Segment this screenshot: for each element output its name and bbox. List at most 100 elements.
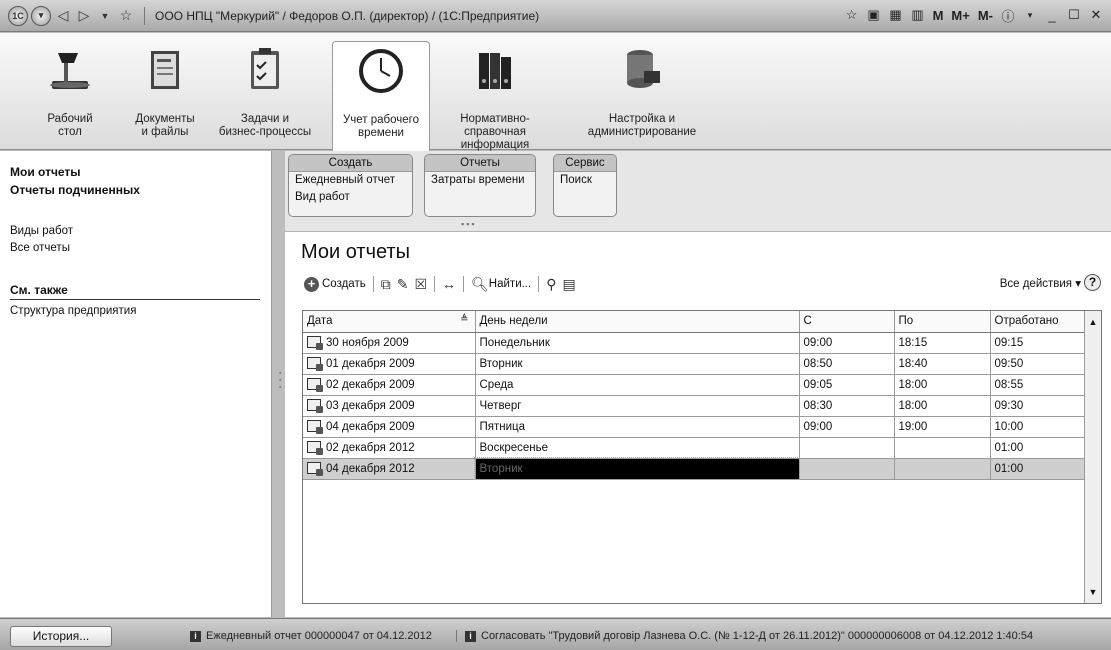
table-row[interactable]: 04 декабря 2009 Пятница 09:00 19:00 10:00 — [303, 416, 1086, 438]
main-menu-icon[interactable]: ▾ — [31, 5, 51, 26]
nav-subordinate-reports[interactable]: Отчеты подчиненных — [10, 183, 140, 197]
table-header-row: Дата ≜ День недели С По Отработано — [303, 311, 1086, 333]
cell-from — [799, 437, 895, 459]
cell-weekday: Понедельник — [475, 332, 800, 354]
section-administration[interactable]: Настройка и администрирование — [582, 33, 702, 150]
cancel-search-icon[interactable]: ⚲ — [543, 274, 559, 294]
find-button[interactable]: 🔍︎ Найти... — [468, 274, 534, 294]
table-row[interactable]: 01 декабря 2009 Вторник 08:50 18:40 09:50 — [303, 353, 1086, 375]
toolbar-separator — [538, 276, 540, 292]
section-time-tracking[interactable]: Учет рабочего времени — [332, 41, 430, 151]
section-tasks[interactable]: Задачи и бизнес-процессы — [210, 33, 320, 150]
nav-my-reports[interactable]: Мои отчеты — [10, 165, 81, 179]
cell-weekday: Воскресенье — [475, 437, 800, 459]
nav-enterprise-structure[interactable]: Структура предприятия — [10, 305, 136, 317]
cell-worked: 09:15 — [990, 332, 1086, 354]
1c-logo-icon[interactable]: 1С — [8, 5, 28, 26]
favorites-star-icon[interactable]: ☆ — [117, 6, 135, 26]
cell-to: 18:00 — [894, 374, 991, 396]
list-settings-icon[interactable]: ▤ — [559, 274, 578, 294]
memory-minus-button[interactable]: M- — [976, 8, 995, 23]
cell-from: 08:30 — [799, 395, 895, 417]
section-label: Настройка и администрирование — [587, 113, 697, 138]
cmd-work-type[interactable]: Вид работ — [289, 189, 412, 206]
documents-icon — [151, 51, 179, 89]
group-service-title: Сервис — [554, 155, 616, 172]
status-message-task-text: Согласовать "Трудовий договір Лазнева О.… — [481, 630, 1034, 642]
toolbar-separator — [372, 276, 374, 292]
col-weekday[interactable]: День недели — [475, 311, 800, 333]
scroll-down-icon[interactable]: ▼ — [1085, 583, 1101, 601]
table-row[interactable]: 03 декабря 2009 Четверг 08:30 18:00 09:30 — [303, 395, 1086, 417]
cell-weekday: Вторник — [475, 353, 800, 375]
cell-date: 02 декабря 2012 — [303, 437, 476, 459]
tasks-clipboard-icon — [251, 48, 279, 89]
status-bar: История... i Ежедневный отчет 000000047 о… — [0, 618, 1111, 650]
cmd-search[interactable]: Поиск — [554, 172, 616, 189]
cell-worked: 09:30 — [990, 395, 1086, 417]
table-row-selected[interactable]: 04 декабря 2012 Вторник 01:00 — [303, 457, 1086, 480]
table-row[interactable]: 02 декабря 2009 Среда 09:05 18:00 08:55 — [303, 374, 1086, 396]
delete-mark-icon[interactable]: ☒ — [411, 274, 430, 294]
magnifier-icon: 🔍︎ — [471, 275, 489, 292]
section-reference-info[interactable]: Нормативно-справочная информация — [430, 33, 560, 151]
title-separator — [144, 6, 145, 25]
page-title: Мои отчеты — [301, 241, 410, 263]
create-button[interactable]: + Создать — [301, 274, 369, 294]
nav-work-types[interactable]: Виды работ — [10, 225, 73, 237]
cell-weekday-current[interactable]: Вторник — [474, 457, 800, 480]
calculator-icon[interactable]: ▦ — [887, 6, 905, 24]
col-date-label: Дата — [307, 315, 333, 328]
cell-date-text: 02 декабря 2009 — [326, 379, 415, 391]
info-dropdown-icon[interactable]: ▾ — [1021, 6, 1039, 24]
history-button[interactable]: История... — [10, 626, 112, 647]
clock-icon — [359, 49, 403, 93]
add-favorite-star-icon[interactable]: ☆ — [843, 6, 861, 24]
document-icon — [307, 462, 323, 476]
scroll-up-icon[interactable]: ▲ — [1085, 313, 1101, 331]
reports-table: Дата ≜ День недели С По Отработано 30 ноя… — [302, 310, 1102, 604]
col-from[interactable]: С — [799, 311, 895, 333]
panel-splitter[interactable]: ▪ ▪ ▪ — [279, 370, 283, 400]
cell-weekday: Среда — [475, 374, 800, 396]
cmd-daily-report[interactable]: Ежедневный отчет — [289, 172, 412, 189]
panel-resize-handle[interactable]: ▪▪▪ — [461, 219, 477, 229]
cell-date-text: 30 ноября 2009 — [326, 337, 409, 349]
section-documents[interactable]: Документы и файлы — [120, 33, 210, 150]
table-row[interactable]: 30 ноября 2009 Понедельник 09:00 18:15 09:15 — [303, 332, 1086, 354]
edit-pencil-icon[interactable]: ✎ — [394, 274, 412, 294]
status-message-report[interactable]: i Ежедневный отчет 000000047 от 04.12.201… — [190, 630, 432, 642]
window-title: ООО НПЦ "Меркурий" / Федоров О.П. (дирек… — [155, 8, 540, 23]
calendar-icon[interactable]: ▥ — [909, 6, 927, 24]
info-icon[interactable]: ⓘ — [999, 6, 1017, 24]
close-icon[interactable]: ✕ — [1087, 6, 1105, 24]
document-icon — [307, 399, 323, 413]
all-actions-button[interactable]: Все действия ▾ — [1000, 276, 1081, 290]
section-desktop[interactable]: Рабочий стол — [30, 33, 110, 150]
cmd-time-costs[interactable]: Затраты времени — [425, 172, 535, 189]
col-worked[interactable]: Отработано — [990, 311, 1086, 333]
status-message-task[interactable]: i Согласовать "Трудовий договір Лазнева О… — [456, 630, 1033, 642]
col-to[interactable]: По — [894, 311, 991, 333]
link-icon[interactable]: ▣ — [865, 6, 883, 24]
table-scrollbar[interactable]: ▲ ▼ — [1084, 311, 1101, 603]
help-icon[interactable]: ? — [1084, 274, 1101, 291]
table-row[interactable]: 02 декабря 2012 Воскресенье 01:00 — [303, 437, 1086, 459]
col-date[interactable]: Дата ≜ — [303, 311, 476, 333]
period-icon[interactable]: ↔ — [439, 274, 459, 294]
document-icon — [307, 441, 323, 455]
toolbar-separator — [463, 276, 465, 292]
memory-plus-button[interactable]: M+ — [949, 8, 971, 23]
back-icon[interactable]: ◁ — [54, 6, 72, 26]
list-toolbar: + Создать ⧉ ✎ ☒ ↔ 🔍︎ Найти... ⚲ ▤ — [301, 272, 579, 296]
forward-icon[interactable]: ▷ — [75, 6, 93, 26]
copy-icon[interactable]: ⧉ — [378, 274, 394, 294]
info-icon: i — [190, 631, 201, 642]
maximize-icon[interactable]: ☐ — [1065, 6, 1083, 24]
nav-all-reports[interactable]: Все отчеты — [10, 242, 70, 254]
memory-button[interactable]: M — [931, 8, 946, 23]
history-dropdown-icon[interactable]: ▼ — [96, 6, 114, 26]
minimize-icon[interactable]: _ — [1043, 6, 1061, 24]
group-create: Создать Ежедневный отчет Вид работ — [288, 154, 413, 217]
plus-icon: + — [304, 276, 319, 292]
